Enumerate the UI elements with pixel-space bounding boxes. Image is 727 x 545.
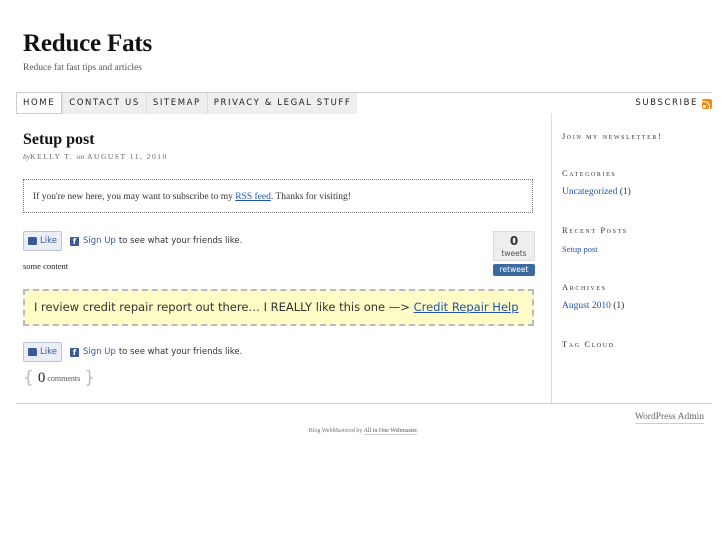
post-date: AUGUST 11, 2010 bbox=[87, 152, 168, 161]
brace-close-icon: } bbox=[84, 368, 96, 388]
thumbs-up-icon bbox=[28, 348, 37, 356]
facebook-like-bar-bottom: Like f Sign Up to see what your friends … bbox=[23, 342, 242, 362]
facebook-suffix-bottom: to see what your friends like. bbox=[118, 347, 243, 357]
tweet-count: 0 bbox=[509, 234, 519, 248]
sidebar: Join my newsletter! Categories Uncategor… bbox=[551, 113, 713, 404]
post-title-link[interactable]: Setup post bbox=[23, 131, 95, 148]
nav-item-home[interactable]: HOME bbox=[16, 93, 63, 114]
brace-open-icon: { bbox=[23, 368, 34, 388]
category-item: Uncategorized (1) bbox=[562, 187, 631, 197]
wordpress-admin-link[interactable]: WordPress Admin bbox=[634, 412, 704, 424]
archive-item: August 2010 (1) bbox=[562, 301, 624, 311]
site-title[interactable]: Reduce Fats bbox=[23, 30, 152, 58]
retweet-button[interactable]: retweet bbox=[493, 264, 535, 276]
tweet-label: tweets bbox=[501, 249, 527, 258]
post-byline: byKELLY T. on AUGUST 11, 2010 bbox=[23, 152, 168, 161]
tweetmeme-widget: 0 tweets retweet bbox=[493, 231, 535, 276]
promo-box: I review credit repair report out there…… bbox=[23, 289, 534, 326]
category-count: (1) bbox=[619, 187, 631, 197]
archives-title: Archives bbox=[562, 282, 607, 292]
archive-count: (1) bbox=[613, 301, 625, 311]
comments-count: 0 bbox=[37, 369, 46, 386]
post-title[interactable]: Setup post bbox=[23, 131, 95, 149]
tweet-counter[interactable]: 0 tweets bbox=[493, 231, 535, 261]
nav-item-sitemap[interactable]: SITEMAP bbox=[145, 93, 207, 114]
subscribe-link[interactable]: SUBSCRIBE bbox=[635, 93, 712, 114]
nav-item-contact-us[interactable]: CONTACT US bbox=[62, 93, 146, 114]
comments-label: comments bbox=[47, 373, 81, 383]
facebook-suffix: to see what your friends like. bbox=[118, 236, 243, 246]
credit-link[interactable]: All in One Webmaster bbox=[363, 428, 417, 435]
categories-title: Categories bbox=[562, 168, 617, 178]
nav-item-privacy-legal[interactable]: PRIVACY & LEGAL STUFF bbox=[206, 93, 358, 114]
notice-suffix: . Thanks for visiting! bbox=[270, 192, 351, 202]
credit-prefix: Blog WebMastered by bbox=[308, 428, 364, 434]
footer-credit: Blog WebMastered by All in One Webmaster… bbox=[0, 428, 727, 435]
facebook-icon: f bbox=[69, 236, 79, 246]
rss-icon bbox=[702, 98, 712, 109]
facebook-like-button-bottom[interactable]: Like bbox=[23, 342, 62, 362]
byline-on: on bbox=[76, 152, 85, 161]
comments-link[interactable]: { 0 comments } bbox=[23, 368, 95, 388]
recent-post-link[interactable]: Setup post bbox=[562, 244, 598, 254]
facebook-like-button[interactable]: Like bbox=[23, 231, 62, 251]
nav-menu: HOME CONTACT US SITEMAP PRIVACY & LEGAL … bbox=[16, 93, 358, 114]
facebook-signup-link-bottom[interactable]: Sign Up bbox=[83, 347, 116, 357]
category-link-uncategorized[interactable]: Uncategorized bbox=[562, 187, 617, 197]
newsletter-title: Join my newsletter! bbox=[562, 131, 663, 141]
post-content: some content bbox=[23, 261, 69, 271]
main-navigation: HOME CONTACT US SITEMAP PRIVACY & LEGAL … bbox=[16, 92, 712, 114]
facebook-like-bar: Like f Sign Up to see what your friends … bbox=[23, 231, 242, 251]
facebook-signup-link[interactable]: Sign Up bbox=[83, 236, 116, 246]
archive-link-august-2010[interactable]: August 2010 bbox=[562, 301, 611, 311]
promo-text: I review credit repair report out there…… bbox=[34, 300, 414, 314]
notice-prefix: If you're new here, you may want to subs… bbox=[33, 192, 236, 202]
footer-divider bbox=[16, 403, 712, 404]
like-label-bottom: Like bbox=[40, 347, 57, 357]
recent-posts-title: Recent Posts bbox=[562, 225, 628, 235]
tag-cloud-title: Tag Cloud bbox=[562, 339, 615, 349]
rss-notice: If you're new here, you may want to subs… bbox=[23, 179, 533, 213]
subscribe-label: SUBSCRIBE bbox=[635, 98, 698, 108]
site-tagline: Reduce fat fast tips and articles bbox=[23, 63, 142, 73]
post-author[interactable]: KELLY T. bbox=[30, 152, 73, 161]
facebook-icon: f bbox=[69, 347, 79, 357]
thumbs-up-icon bbox=[28, 237, 37, 245]
rss-feed-link[interactable]: RSS feed bbox=[235, 192, 271, 202]
credit-repair-link[interactable]: Credit Repair Help bbox=[414, 300, 519, 314]
credit-suffix: . bbox=[416, 428, 419, 434]
like-label: Like bbox=[40, 236, 57, 246]
